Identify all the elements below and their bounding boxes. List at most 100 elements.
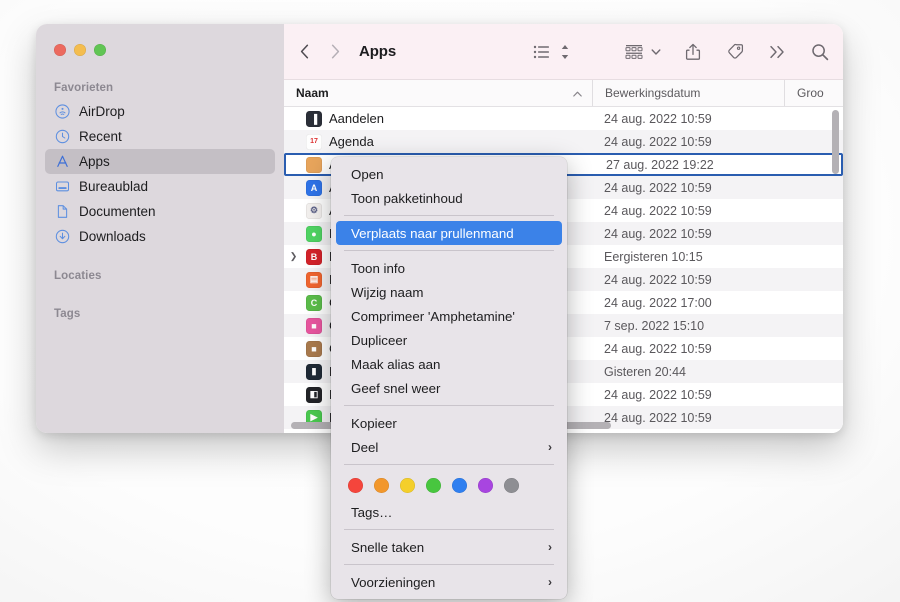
menu-item[interactable]: Snelle taken ›: [336, 535, 562, 559]
column-header-label: Groo: [797, 86, 824, 100]
app-icon: ⚙: [306, 202, 322, 219]
menu-item-label: Geef snel weer: [351, 380, 441, 396]
app-icon: [306, 156, 322, 173]
clock-icon: [54, 128, 71, 145]
menu-item[interactable]: Dupliceer: [336, 328, 562, 352]
menu-item[interactable]: Voorzieningen ›: [336, 570, 562, 594]
tag-color-dot[interactable]: [426, 478, 441, 493]
finder-sidebar: Favorieten AirDrop Recent Apps Bureaubla…: [36, 24, 284, 433]
file-name-cell: 17 Agenda: [284, 133, 592, 150]
app-icon: A: [306, 179, 322, 196]
tag-color-dot[interactable]: [348, 478, 363, 493]
sidebar-item-recent[interactable]: Recent: [45, 124, 275, 149]
menu-item-label: Snelle taken: [351, 539, 425, 555]
menu-item-label: Kopieer: [351, 415, 397, 431]
file-date-cell: 24 aug. 2022 10:59: [604, 341, 712, 356]
app-icon: ■: [306, 340, 322, 357]
airdrop-icon: [54, 103, 71, 120]
menu-separator: [344, 529, 554, 530]
view-controls: [533, 39, 570, 65]
tag-color-dot[interactable]: [504, 478, 519, 493]
menu-item-label: Open: [351, 166, 384, 182]
sidebar-item-label: Documenten: [79, 204, 156, 219]
document-icon: [54, 203, 71, 220]
desktop-background: Favorieten AirDrop Recent Apps Bureaubla…: [0, 0, 900, 602]
app-icon: ▮: [306, 363, 322, 380]
vertical-scrollbar[interactable]: [832, 110, 839, 410]
tag-color-dot[interactable]: [374, 478, 389, 493]
file-date-cell: Gisteren 20:44: [604, 364, 686, 379]
menu-item[interactable]: Verplaats naar prullenmand: [336, 221, 562, 245]
column-header-bewerkingsdatum[interactable]: Bewerkingsdatum: [592, 80, 784, 106]
tag-color-row: [331, 470, 567, 500]
menu-item[interactable]: Maak alias aan: [336, 352, 562, 376]
submenu-arrow-icon: ›: [548, 575, 552, 589]
app-icon: ●: [306, 225, 322, 242]
sidebar-item-label: Recent: [79, 129, 122, 144]
search-icon[interactable]: [811, 39, 829, 65]
menu-item-label: Deel: [351, 439, 379, 455]
sort-stepper-icon[interactable]: [560, 39, 570, 65]
menu-item[interactable]: Toon info: [336, 256, 562, 280]
app-icon: ◧: [306, 386, 322, 403]
menu-item[interactable]: Open: [336, 162, 562, 186]
app-icon: B: [306, 248, 322, 265]
sidebar-item-bureaublad[interactable]: Bureaublad: [45, 174, 275, 199]
app-icon: ▐: [306, 110, 322, 127]
sidebar-item-apps[interactable]: Apps: [45, 149, 275, 174]
menu-item[interactable]: Tags…: [336, 500, 562, 524]
file-date-cell: 27 aug. 2022 19:22: [606, 157, 714, 172]
menu-item[interactable]: Kopieer: [336, 411, 562, 435]
menu-item-label: Tags…: [351, 504, 393, 520]
menu-separator: [344, 564, 554, 565]
table-row[interactable]: ▐ Aandelen 24 aug. 2022 10:59: [284, 107, 843, 130]
app-icon: ■: [306, 317, 322, 334]
sidebar-item-downloads[interactable]: Downloads: [45, 224, 275, 249]
tag-color-dot[interactable]: [400, 478, 415, 493]
menu-separator: [344, 250, 554, 251]
sidebar-section-tags: Tags: [54, 308, 81, 320]
menu-item[interactable]: Comprimeer 'Amphetamine': [336, 304, 562, 328]
maximize-button[interactable]: [94, 44, 106, 56]
tag-color-dot[interactable]: [478, 478, 493, 493]
column-header-grootte[interactable]: Groo: [784, 80, 843, 106]
minimize-button[interactable]: [74, 44, 86, 56]
submenu-arrow-icon: ›: [548, 440, 552, 454]
share-icon[interactable]: [685, 39, 701, 65]
column-header-naam[interactable]: Naam: [284, 80, 592, 106]
forward-button[interactable]: [327, 41, 343, 63]
finder-toolbar: Apps: [284, 24, 843, 80]
menu-item-label: Comprimeer 'Amphetamine': [351, 308, 515, 324]
sidebar-item-documenten[interactable]: Documenten: [45, 199, 275, 224]
more-icon[interactable]: [769, 39, 786, 65]
table-row[interactable]: 17 Agenda 24 aug. 2022 10:59: [284, 130, 843, 153]
file-date-cell: 24 aug. 2022 10:59: [604, 180, 712, 195]
menu-item[interactable]: Deel ›: [336, 435, 562, 459]
menu-item-label: Dupliceer: [351, 332, 408, 348]
disclosure-triangle-icon[interactable]: ❯: [288, 251, 299, 262]
context-menu[interactable]: Open Toon pakketinhoud Verplaats naar prul…: [331, 157, 567, 599]
app-icon: ▤: [306, 271, 322, 288]
sidebar-item-airdrop[interactable]: AirDrop: [45, 99, 275, 124]
menu-item[interactable]: Toon pakketinhoud: [336, 186, 562, 210]
group-chevron-down-icon[interactable]: [651, 39, 661, 65]
file-date-cell: Eergisteren 10:15: [604, 249, 703, 264]
downloads-icon: [54, 228, 71, 245]
menu-item[interactable]: Wijzig naam: [336, 280, 562, 304]
back-button[interactable]: [296, 41, 312, 63]
group-view-icon[interactable]: [624, 39, 644, 65]
column-header-label: Naam: [296, 86, 329, 100]
menu-item[interactable]: Geef snel weer: [336, 376, 562, 400]
list-view-icon[interactable]: [533, 39, 551, 65]
close-button[interactable]: [54, 44, 66, 56]
submenu-arrow-icon: ›: [548, 540, 552, 554]
menu-item-label: Verplaats naar prullenmand: [351, 225, 514, 241]
sidebar-section-locaties: Locaties: [54, 270, 102, 282]
tag-color-dot[interactable]: [452, 478, 467, 493]
sort-ascending-icon: [573, 86, 582, 100]
menu-item-label: Voorzieningen: [351, 574, 436, 590]
vertical-scrollbar-thumb[interactable]: [832, 110, 839, 174]
menu-separator: [344, 405, 554, 406]
tag-icon[interactable]: [726, 39, 744, 65]
file-date-cell: 24 aug. 2022 10:59: [604, 226, 712, 241]
